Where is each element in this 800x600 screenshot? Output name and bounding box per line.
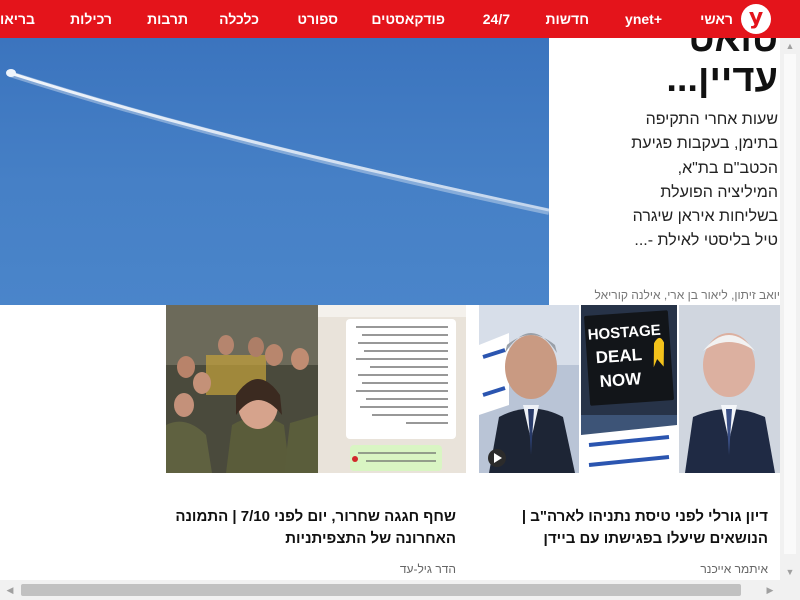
scroll-left-arrow-icon[interactable]: ◀	[3, 584, 17, 596]
hero-authors[interactable]: יואב זיתון, ליאור בן ארי, אילנה קוריאל	[554, 288, 780, 302]
nav-item-gossip[interactable]: רכילות	[70, 0, 112, 38]
card-2-title[interactable]: שחף חגגה שחרור, יום לפני 7/10 | התמונה ה…	[166, 506, 456, 550]
vertical-scroll-thumb[interactable]	[784, 54, 796, 554]
nav-item-health[interactable]: בריאות	[0, 0, 35, 38]
card-2-collage	[166, 305, 466, 473]
hero-headline-line2[interactable]: עדיין...	[558, 56, 778, 102]
card-1-author[interactable]: איתמר אייכנר	[700, 562, 768, 576]
svg-text:NOW: NOW	[599, 369, 643, 391]
card-1-title[interactable]: דיון גורלי לפני טיסת נתניהו לארה"ב | הנו…	[478, 506, 768, 550]
nav-item-podcasts[interactable]: פודקאסטים	[371, 0, 445, 38]
top-nav: y ראשי ynet+ חדשות 24/7 פודקאסטים ספורט …	[0, 0, 800, 38]
hero-subtitle[interactable]: שעות אחרי התקיפה בתימן, בעקבות פגיעת הכט…	[628, 108, 778, 254]
horizontal-scroll-thumb[interactable]	[21, 584, 741, 596]
ynet-logo[interactable]: y	[741, 4, 771, 34]
nav-item-culture[interactable]: תרבות	[147, 0, 188, 38]
nav-item-home[interactable]: ראשי	[700, 0, 733, 38]
card-2-author[interactable]: הדר גיל-עד	[400, 562, 456, 576]
hero-text-panel[interactable]: טואט עדיין... שעות אחרי התקיפה בתימן, בע…	[549, 38, 780, 305]
card-2-image[interactable]	[166, 305, 466, 473]
scroll-down-arrow-icon[interactable]: ▼	[783, 566, 797, 578]
nav-item-24-7[interactable]: 24/7	[483, 0, 510, 38]
nav-item-ynet-plus[interactable]: ynet+	[625, 0, 662, 38]
svg-text:DEAL: DEAL	[595, 345, 642, 367]
card-1-image[interactable]: HOSTAGE DEAL NOW	[479, 305, 780, 473]
scroll-up-arrow-icon[interactable]: ▲	[783, 40, 797, 52]
missile-trail-graphic	[6, 69, 549, 215]
nav-item-economy[interactable]: כלכלה	[219, 0, 259, 38]
scroll-right-arrow-icon[interactable]: ▶	[763, 584, 777, 596]
card-1-collage: HOSTAGE DEAL NOW	[479, 305, 780, 473]
hero-image[interactable]	[0, 38, 549, 305]
nav-item-sports[interactable]: ספורט	[297, 0, 338, 38]
nav-item-news[interactable]: חדשות	[546, 0, 590, 38]
